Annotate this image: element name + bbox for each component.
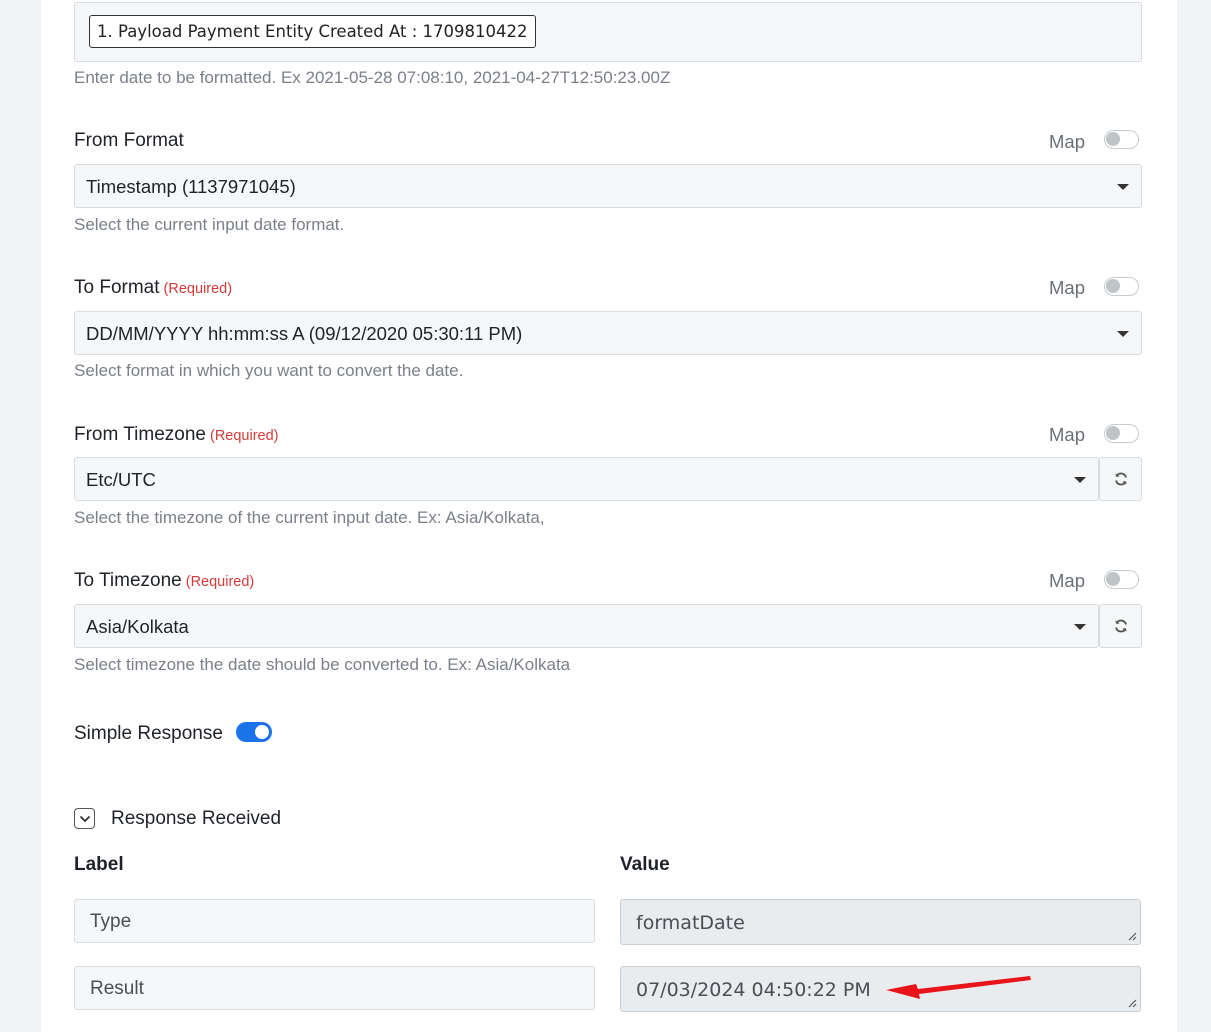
to-timezone-help: Select timezone the date should be conve… [74,655,571,674]
resize-grip-icon[interactable] [1127,931,1137,941]
to-timezone-refresh-button[interactable] [1099,604,1142,648]
from-timezone-refresh-button[interactable] [1099,457,1142,501]
resize-grip-icon[interactable] [1127,998,1137,1008]
to-format-map-toggle[interactable] [1104,277,1139,296]
required-marker: (Required) [163,281,233,297]
to-format-label: To Format (Required) [74,277,233,298]
response-collapse-button[interactable] [74,808,95,829]
from-format-select[interactable]: Timestamp (1137971045) [74,164,1142,208]
from-timezone-map-toggle[interactable] [1104,424,1139,443]
required-marker: (Required) [185,574,255,590]
map-label: Map [1049,131,1085,152]
label-column-header: Label [74,854,124,875]
chevron-down-icon [1117,184,1129,190]
simple-response-label: Simple Response [74,723,223,744]
refresh-icon [1114,619,1127,633]
chevron-down-icon [79,815,90,822]
response-row-value[interactable]: formatDate [620,899,1141,945]
from-timezone-select[interactable]: Etc/UTC [74,457,1099,501]
response-received-title: Response Received [111,808,282,829]
to-format-value: DD/MM/YYYY hh:mm:ss A (09/12/2020 05:30:… [86,323,523,344]
to-timezone-value: Asia/Kolkata [86,616,189,637]
from-timezone-help: Select the timezone of the current input… [74,508,545,527]
from-format-value: Timestamp (1137971045) [86,176,296,197]
map-label: Map [1049,570,1085,591]
from-timezone-label: From Timezone (Required) [74,424,279,445]
required-marker: (Required) [209,428,279,444]
from-format-label: From Format [74,130,184,151]
red-arrow-annotation [886,976,1031,999]
to-timezone-map-toggle[interactable] [1104,570,1139,589]
response-row-label[interactable]: Result [74,966,595,1010]
to-timezone-select[interactable]: Asia/Kolkata [74,604,1099,648]
map-label: Map [1049,277,1085,298]
chevron-down-icon [1074,624,1086,630]
response-row-label[interactable]: Type [74,899,595,943]
refresh-icon [1114,472,1127,486]
simple-response-toggle[interactable] [236,722,272,742]
chevron-down-icon [1117,331,1129,337]
to-format-select[interactable]: DD/MM/YYYY hh:mm:ss A (09/12/2020 05:30:… [74,311,1142,355]
to-format-help: Select format in which you want to conve… [74,361,464,380]
from-timezone-value: Etc/UTC [86,469,156,490]
chevron-down-icon [1074,477,1086,483]
from-format-help: Select the current input date format. [74,215,345,234]
payload-token-chip[interactable]: 1. Payload Payment Entity Created At : 1… [89,15,536,48]
map-label: Map [1049,424,1085,445]
value-column-header: Value [620,854,670,875]
to-timezone-label: To Timezone (Required) [74,570,255,591]
date-input-help: Enter date to be formatted. Ex 2021-05-2… [74,68,671,87]
from-format-map-toggle[interactable] [1104,130,1139,149]
